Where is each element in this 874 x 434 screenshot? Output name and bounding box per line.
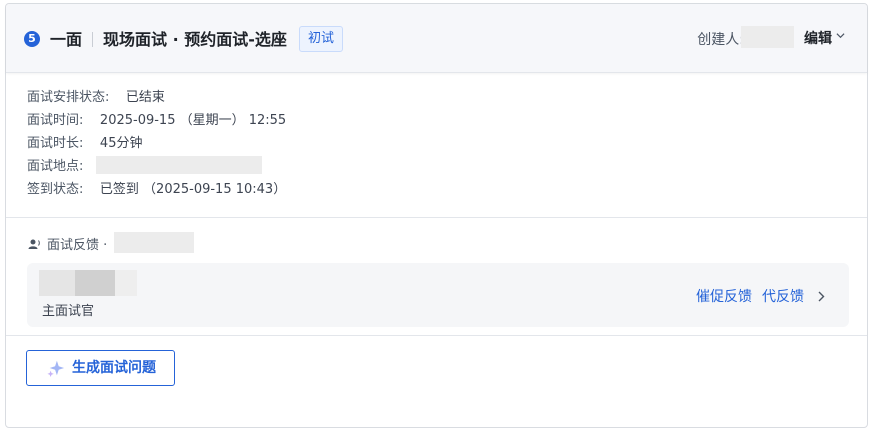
info-row-status: 面试安排状态: 已结束 [27,86,286,109]
card-header: 5 一面 现场面试 · 预约面试-选座 初试 创建人: 编辑 [6,4,867,73]
interview-type: 现场面试 · 预约面试-选座 [103,30,287,49]
creator-label: 创建人: [697,32,744,48]
interviewer-feedback-panel: 主面试官 催促反馈 代反馈 [27,263,849,327]
interviewer-name-redacted [39,270,75,296]
feedback-header: 面试反馈 · [28,234,107,253]
info-label: 签到状态: [27,182,84,197]
info-value: 2025-09-15 （星期一） 12:55 [99,113,287,128]
generate-questions-label: 生成面试问题 [72,360,156,376]
interview-info: 面试安排状态: 已结束 面试时间: 2025-09-15 （星期一） 12:55… [27,86,286,201]
info-value: 45分钟 [99,136,143,151]
info-row-duration: 面试时长: 45分钟 [27,132,286,155]
info-value: 已结束 [125,90,165,105]
info-label: 面试安排状态: [27,90,110,105]
people-voice-icon [28,239,40,249]
generate-questions-button[interactable]: 生成面试问题 [26,350,175,386]
info-value: 已签到 （2025-09-15 10:43） [99,182,287,197]
chevron-down-icon[interactable] [836,31,845,40]
info-row-checkin: 签到状态: 已签到 （2025-09-15 10:43） [27,178,286,201]
stage-badge: 初试 [299,26,344,52]
title-divider [92,32,94,47]
step-number-badge: 5 [24,31,40,47]
feedback-actions: 催促反馈 代反馈 [686,286,825,306]
interviewer-name-redacted [75,270,115,296]
section-divider [6,217,867,218]
interviewer-name-redacted [115,270,137,296]
interviewer-role: 主面试官 [42,304,95,319]
info-label: 面试时间: [27,113,84,128]
round-label: 一面 [50,30,83,49]
feedback-title: 面试反馈 · [47,238,108,253]
interview-card: 5 一面 现场面试 · 预约面试-选座 初试 创建人: 编辑 面试安排状态: 已结… [5,3,868,428]
chevron-right-icon[interactable] [818,291,825,302]
info-row-time: 面试时间: 2025-09-15 （星期一） 12:55 [27,109,286,132]
info-label: 面试地点: [27,159,84,174]
interview-title: 一面 现场面试 · 预约面试-选座 [50,26,287,50]
edit-button[interactable]: 编辑 [804,28,832,48]
section-divider [6,335,867,336]
urge-feedback-button[interactable]: 催促反馈 [696,289,752,305]
info-row-location: 面试地点: [27,155,286,178]
sparkle-icon [47,360,65,377]
proxy-feedback-button[interactable]: 代反馈 [762,289,804,305]
feedback-meta-redacted [114,232,194,253]
location-redacted [96,156,263,174]
creator-name-redacted [741,26,794,48]
info-label: 面试时长: [27,136,84,151]
